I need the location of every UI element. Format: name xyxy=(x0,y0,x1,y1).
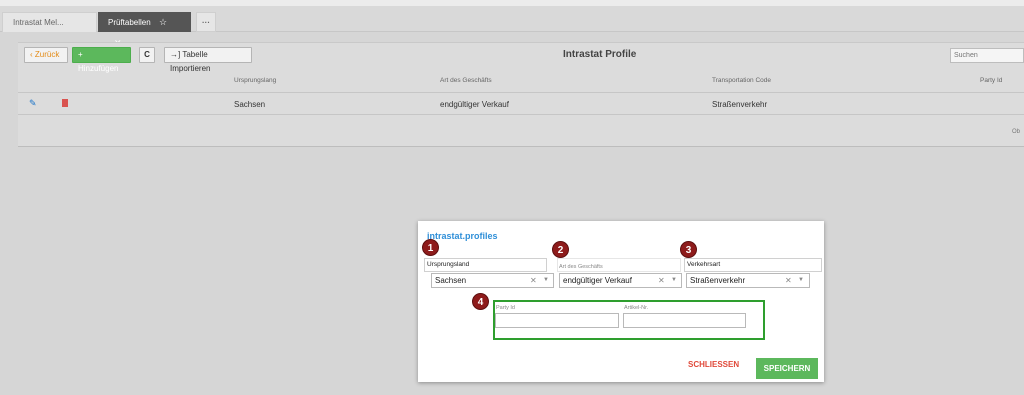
search-input[interactable] xyxy=(950,48,1024,63)
more-tabs-button[interactable]: ··· xyxy=(196,12,216,32)
star-icon[interactable]: ☆ xyxy=(159,17,167,27)
business-value: endgültiger Verkauf xyxy=(563,276,632,285)
transport-select[interactable]: Straßenverkehr ✕ ▼ xyxy=(686,273,810,288)
annotation-badge-3: 3 xyxy=(680,241,697,258)
import-icon: →] xyxy=(170,50,183,59)
business-select[interactable]: endgültiger Verkauf ✕ ▼ xyxy=(559,273,682,288)
dialog-title: intrastat.profiles xyxy=(427,231,498,241)
clear-icon[interactable]: ✕ xyxy=(530,274,537,287)
tab-prueftabellen[interactable]: Prüftabellen ☆ ✕ xyxy=(98,12,191,48)
delete-icon[interactable] xyxy=(62,99,68,107)
back-button[interactable]: ‹ Zurück xyxy=(24,47,68,63)
table-header: Ursprungslang Art des Geschäfts Transpor… xyxy=(18,69,1024,93)
clear-icon[interactable]: ✕ xyxy=(658,274,665,287)
edit-icon[interactable]: ✎ xyxy=(29,98,37,109)
page-title: Intrastat Profile xyxy=(563,49,637,60)
cell-business: endgültiger Verkauf xyxy=(440,100,509,109)
annotation-badge-4: 4 xyxy=(472,293,489,310)
add-button[interactable]: + Hinzufügen xyxy=(72,47,131,73)
annotation-badge-1: 1 xyxy=(422,239,439,256)
plus-icon: + xyxy=(78,50,83,59)
chevron-down-icon[interactable]: ▼ xyxy=(671,274,677,287)
article-input[interactable] xyxy=(623,313,746,328)
party-id-input[interactable] xyxy=(495,313,619,328)
profile-dialog: intrastat.profiles Ursprungsland Sachsen… xyxy=(418,221,824,382)
column-header-transport[interactable]: Transportation Code xyxy=(712,77,771,84)
top-strip-mark xyxy=(6,0,46,2)
origin-select[interactable]: Sachsen ✕ ▼ xyxy=(431,273,554,288)
party-id-label: Party Id xyxy=(496,305,515,311)
column-header-party[interactable]: Party Id xyxy=(980,77,1002,84)
origin-label: Ursprungsland xyxy=(424,258,547,272)
table-footer: Ob xyxy=(1012,129,1021,135)
chevron-down-icon[interactable]: ▼ xyxy=(798,274,804,287)
main-content: ‹ Zurück + Hinzufügen C →] Tabelle Impor… xyxy=(18,42,1024,147)
chevron-down-icon[interactable]: ▼ xyxy=(543,274,549,287)
column-header-business[interactable]: Art des Geschäfts xyxy=(440,77,492,84)
import-button[interactable]: →] Tabelle Importieren xyxy=(164,47,252,73)
refresh-icon: C xyxy=(144,50,150,59)
tab-bar: Intrastat Mel... Prüftabellen ☆ ✕ ··· xyxy=(0,6,1024,48)
back-button-label: Zurück xyxy=(34,50,60,59)
tab-intrastat[interactable]: Intrastat Mel... xyxy=(2,12,97,32)
tab-prueftabellen-label: Prüftabellen xyxy=(108,18,151,27)
column-header-origin[interactable]: Ursprungslang xyxy=(234,77,276,84)
transport-value: Straßenverkehr xyxy=(690,276,746,285)
origin-value: Sachsen xyxy=(435,276,467,285)
business-label-box xyxy=(557,258,681,272)
toolbar: ‹ Zurück + Hinzufügen C →] Tabelle Impor… xyxy=(18,43,1024,73)
cell-origin: Sachsen xyxy=(234,100,266,109)
cell-transport: Straßenverkehr xyxy=(712,100,768,109)
table-row[interactable]: ✎ Sachsen endgültiger Verkauf Straßenver… xyxy=(18,93,1024,115)
annotation-badge-2: 2 xyxy=(552,241,569,258)
refresh-button[interactable]: C xyxy=(139,47,155,63)
clear-icon[interactable]: ✕ xyxy=(785,274,792,287)
save-button[interactable]: SPEICHERN xyxy=(756,358,818,379)
article-label: Artikel-Nr. xyxy=(624,305,649,311)
close-button[interactable]: SCHLIESSEN xyxy=(688,360,739,369)
transport-label: Verkehrsart xyxy=(684,258,822,272)
